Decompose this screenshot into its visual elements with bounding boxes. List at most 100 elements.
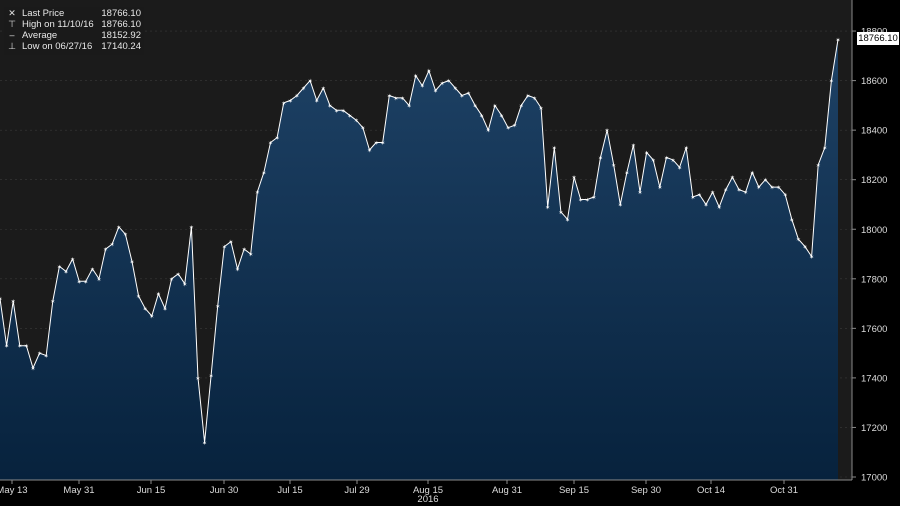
- x-marker-icon: ✕: [8, 8, 16, 18]
- data-point: ✶: [24, 343, 29, 350]
- data-point: ✶: [123, 232, 128, 239]
- data-point: ✶: [30, 365, 35, 372]
- data-point: ✶: [116, 224, 121, 231]
- data-point: ✶: [215, 304, 220, 311]
- y-tick-label: 18600: [861, 76, 887, 87]
- data-point: ✶: [37, 351, 42, 358]
- x-tick-label: May 13: [0, 485, 28, 496]
- data-point: ✶: [255, 190, 260, 197]
- data-point: ✶: [248, 252, 253, 259]
- data-point: ✶: [0, 296, 3, 303]
- data-point: ✶: [380, 140, 385, 147]
- data-point: ✶: [809, 254, 814, 261]
- data-point: ✶: [301, 86, 306, 93]
- data-point: ✶: [393, 95, 398, 102]
- data-point: ✶: [433, 88, 438, 95]
- data-point: ✶: [70, 256, 75, 263]
- data-point: ✶: [228, 239, 233, 246]
- data-point: ✶: [624, 170, 629, 177]
- data-point: ✶: [459, 93, 464, 100]
- data-point: ✶: [202, 440, 207, 447]
- data-point: ✶: [743, 190, 748, 197]
- data-point: ✶: [308, 78, 313, 85]
- legend: ✕ Last Price 18766.10 ⊤ High on 11/10/16…: [4, 7, 144, 55]
- data-point: ✶: [750, 170, 755, 177]
- data-point: ✶: [360, 125, 365, 132]
- y-tick-label: 18000: [861, 225, 887, 236]
- data-point: ✶: [473, 103, 478, 110]
- data-point: ✶: [671, 157, 676, 164]
- data-point: ✶: [110, 242, 115, 249]
- data-point: ✶: [466, 90, 471, 97]
- x-tick-label: Jul 15: [277, 485, 302, 496]
- x-tick-label: Sep 15: [559, 485, 589, 496]
- year-label: 2016: [417, 494, 438, 505]
- data-point: ✶: [209, 373, 214, 380]
- data-point: ✶: [684, 145, 689, 152]
- data-point: ✶: [677, 165, 682, 172]
- data-point: ✶: [367, 147, 372, 154]
- data-point: ✶: [704, 202, 709, 209]
- data-point: ✶: [802, 244, 807, 251]
- x-tick-label: Oct 31: [770, 485, 798, 496]
- data-point: ✶: [63, 269, 68, 276]
- data-point: ✶: [644, 150, 649, 157]
- data-point: ✶: [11, 299, 16, 306]
- data-point: ✶: [129, 259, 134, 266]
- data-point: ✶: [783, 192, 788, 199]
- data-point: ✶: [77, 279, 82, 286]
- data-point: ✶: [156, 291, 161, 298]
- data-point: ✶: [321, 86, 326, 93]
- data-point: ✶: [479, 113, 484, 120]
- x-tick-label: Sep 30: [631, 485, 661, 496]
- data-point: ✶: [446, 78, 451, 85]
- data-point: ✶: [407, 103, 412, 110]
- data-point: ✶: [717, 204, 722, 211]
- data-point: ✶: [83, 279, 88, 286]
- data-point: ✶: [598, 155, 603, 162]
- data-point: ✶: [413, 73, 418, 80]
- data-point: ✶: [710, 190, 715, 197]
- data-point: ✶: [651, 157, 656, 164]
- y-tick-label: 17600: [861, 324, 887, 335]
- legend-item-last-price: ✕ Last Price 18766.10: [4, 8, 144, 19]
- data-point: ✶: [374, 140, 379, 147]
- data-point: ✶: [835, 37, 840, 44]
- legend-label: High on 11/10/16: [22, 19, 94, 30]
- data-point: ✶: [90, 266, 95, 273]
- data-point: ✶: [657, 185, 662, 192]
- data-point: ✶: [545, 204, 550, 211]
- data-point: ✶: [664, 155, 669, 162]
- price-area-chart: ✶ ✶ ✶ ✶ ✶ ✶ ✶ ✶ ✶ ✶ ✶ ✶ ✶ ✶ ✶ ✶ ✶ ✶ ✶ ✶ ✶ ✶ ✶ ✶ ✶ ✶ ✶ ✶ ✶ ✶ ✶ ✶ ✶ ✶ ✶ ✶ ✶ ✶ ✶ ✶…: [0, 0, 887, 505]
- data-point: ✶: [268, 140, 273, 147]
- data-point: ✶: [796, 237, 801, 244]
- data-point: ✶: [314, 98, 319, 105]
- data-point: ✶: [723, 187, 728, 194]
- data-point: ✶: [492, 103, 497, 110]
- data-point: ✶: [162, 306, 167, 313]
- data-point: ✶: [512, 123, 517, 130]
- data-point: ✶: [525, 93, 530, 100]
- data-point: ✶: [822, 145, 827, 152]
- data-point: ✶: [690, 195, 695, 202]
- data-point: ✶: [288, 98, 293, 105]
- data-point: ✶: [565, 217, 570, 224]
- high-marker-icon: ⊤: [8, 19, 16, 29]
- data-point: ✶: [387, 93, 392, 100]
- data-point: ✶: [499, 113, 504, 120]
- data-point: ✶: [829, 78, 834, 85]
- data-point: ✶: [136, 294, 141, 301]
- data-point: ✶: [770, 185, 775, 192]
- data-point: ✶: [605, 128, 610, 135]
- data-point: ✶: [334, 108, 339, 115]
- x-axis-ticks: May 13 May 31 Jun 15 Jun 30 Jul 15 Jul 29 Aug …: [0, 480, 798, 496]
- data-point: ✶: [195, 375, 200, 382]
- legend-value: 18766.10: [101, 19, 141, 30]
- data-point: ✶: [572, 175, 577, 182]
- y-tick-label: 17400: [861, 373, 887, 384]
- data-point: ✶: [176, 271, 181, 278]
- data-point: ✶: [169, 276, 174, 283]
- data-point: ✶: [17, 343, 22, 350]
- data-point: ✶: [730, 175, 735, 182]
- y-tick-label: 18400: [861, 126, 887, 137]
